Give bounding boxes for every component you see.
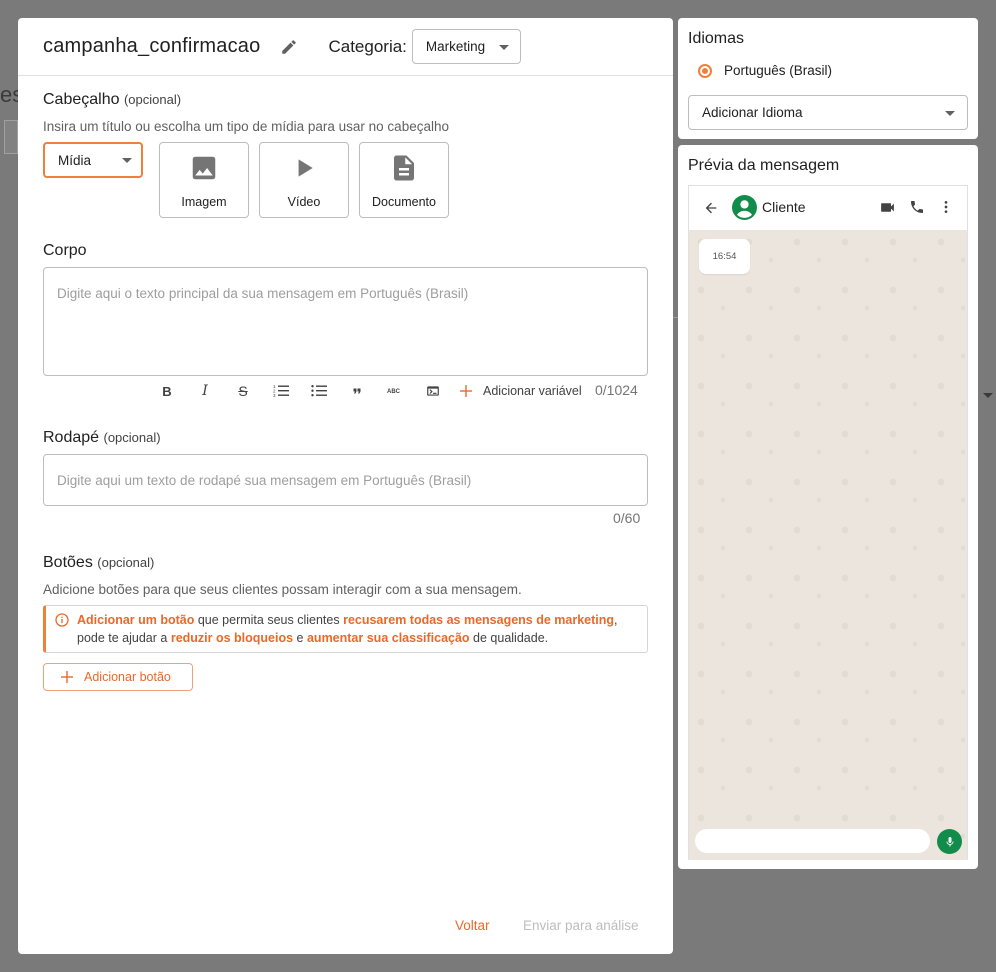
buttons-hint: Adicione botões para que seus clientes p… [43,582,522,597]
header-optional-tag: (opcional) [123,92,182,107]
header-hint: Insira um título ou escolha um tipo de m… [43,119,449,134]
footer-title-text: Rodapé [43,429,100,446]
media-option-label: Imagem [181,195,227,209]
formatting-toolbar: B I S 123 ABC Adicionar variável [148,380,582,402]
category-value: Marketing [425,39,486,54]
alert-highlight-refuse: recusarem todas as mensagens de marketin… [343,613,615,627]
plus-icon [61,671,73,683]
footer-optional-tag: (opcional) [103,430,161,445]
message-preview-card: Prévia da mensagem Cliente 16:54 [678,145,978,869]
footer-placeholder: Digite aqui um texto de rodapé sua mensa… [57,472,472,488]
alert-text: de qualidade. [469,631,549,645]
media-option-video[interactable]: Vídeo [259,142,349,218]
modal-header: campanha_confirmacao Categoria: Marketin… [18,18,673,76]
media-option-document[interactable]: Documento [359,142,449,218]
add-variable-label: Adicionar variável [483,384,582,398]
message-bubble: 16:54 [699,239,750,274]
message-time: 16:54 [712,251,737,262]
media-option-label: Vídeo [287,195,321,209]
footer-input[interactable]: Digite aqui um texto de rodapé sua mensa… [43,454,648,506]
bulleted-list-icon[interactable] [300,380,338,402]
image-icon [189,152,219,184]
body-textarea[interactable]: Digite aqui o texto principal da sua men… [43,267,648,376]
media-option-image[interactable]: Imagem [159,142,249,218]
template-editor-modal: campanha_confirmacao Categoria: Marketin… [18,18,673,954]
buttons-optional-tag: (opcional) [97,555,155,570]
category-label: Categoria: [328,36,407,56]
info-icon [55,613,69,632]
back-arrow-icon [703,200,719,216]
chat-area: 16:54 [689,230,967,860]
chat-header: Cliente [689,186,967,230]
quote-icon[interactable] [338,380,376,402]
phone-icon [909,199,925,215]
background-input-fragment [4,120,18,154]
video-call-icon [879,199,896,216]
header-section-title: Cabeçalho (opcional) [43,91,181,109]
footer-char-counter: 0/60 [613,510,641,526]
submit-for-review-button[interactable]: Enviar para análise [523,918,639,933]
chat-input [695,829,930,853]
numbered-list-icon[interactable]: 123 [262,380,300,402]
alert-highlight-increase: aumentar sua classificação [306,631,470,645]
footer-section-title: Rodapé (opcional) [43,429,161,447]
buttons-section-title: Botões (opcional) [43,554,154,572]
play-icon [291,152,317,184]
chevron-down-icon [498,45,509,50]
alert-text: e [293,631,307,645]
body-placeholder: Digite aqui o texto principal da sua men… [57,286,469,301]
strikethrough-icon[interactable]: S [224,380,262,402]
media-option-label: Documento [372,195,436,209]
category-select[interactable]: Marketing [411,29,521,64]
chevron-down-icon [122,158,132,163]
bold-icon[interactable]: B [148,380,186,402]
more-vertical-icon [938,199,954,215]
language-radio[interactable] [698,64,712,78]
add-button-label: Adicionar botão [84,670,171,684]
document-icon [389,152,419,184]
background-caret-icon [983,393,993,398]
languages-card: Idiomas Português (Brasil) Adicionar Idi… [678,18,978,139]
alert-text: pode te ajudar a [77,631,171,645]
svg-text:3: 3 [273,393,276,398]
back-button[interactable]: Voltar [455,918,490,933]
body-section-title: Corpo [43,242,87,259]
body-char-counter: 0/1024 [595,382,638,398]
add-variable-button[interactable]: Adicionar variável [454,384,582,398]
plus-icon [460,385,472,397]
preview-title: Prévia da mensagem [688,157,840,174]
header-type-select[interactable]: Mídia [43,142,143,178]
italic-icon[interactable]: I [186,380,224,402]
contact-name: Cliente [762,199,806,215]
alert-text: , [614,613,618,627]
code-block-icon[interactable] [414,380,452,402]
add-language-select[interactable]: Adicionar Idioma [688,95,968,130]
avatar-icon [732,195,757,220]
chevron-down-icon [945,111,955,116]
header-title-text: Cabeçalho [43,91,120,108]
template-name: campanha_confirmacao [43,35,261,57]
alert-link-add-button[interactable]: Adicionar um botão [77,613,194,627]
alert-text: que permita seus clientes [194,613,344,627]
language-label[interactable]: Português (Brasil) [724,63,832,78]
pencil-icon[interactable] [278,36,300,58]
languages-title: Idiomas [688,30,745,47]
buttons-title-text: Botões [43,554,93,571]
svg-text:ABC: ABC [387,389,401,395]
add-language-label: Adicionar Idioma [702,105,803,120]
microphone-icon [937,829,962,854]
marketing-tip-alert: Adicionar um botão que permita seus clie… [43,605,648,653]
add-button-button[interactable]: Adicionar botão [43,663,193,691]
whatsapp-preview: Cliente 16:54 [688,185,968,860]
header-type-value: Mídia [58,152,92,168]
alert-highlight-reduce: reduzir os bloqueios [170,631,294,645]
spellcheck-icon[interactable]: ABC [376,380,414,402]
